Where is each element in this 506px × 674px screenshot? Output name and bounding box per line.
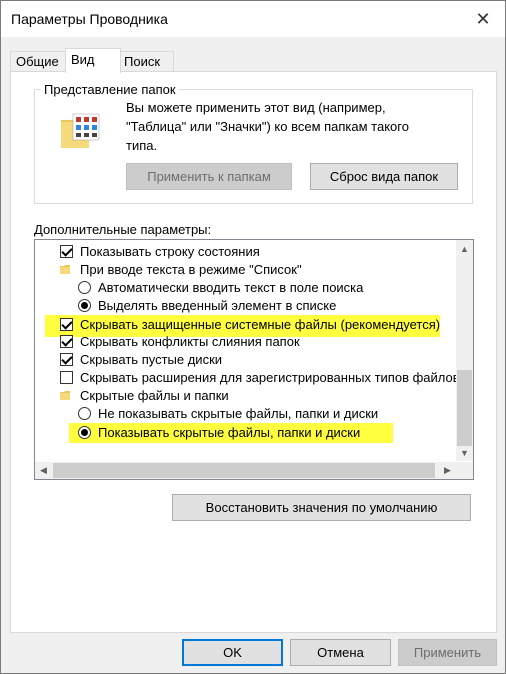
horizontal-scroll-thumb[interactable]: [53, 463, 435, 478]
checkbox[interactable]: [60, 335, 73, 348]
restore-defaults-button[interactable]: Восстановить значения по умолчанию: [172, 494, 471, 521]
advanced-settings-list[interactable]: Показывать строку состояния При вводе те…: [34, 239, 474, 480]
tab-general[interactable]: Общие: [10, 51, 66, 72]
vertical-scrollbar[interactable]: ▲ ▼: [456, 240, 473, 461]
apply-button[interactable]: Применить: [398, 639, 497, 666]
folder-icon: [60, 265, 70, 274]
tab-search[interactable]: Поиск: [118, 51, 174, 72]
scroll-up-icon[interactable]: ▲: [456, 240, 473, 257]
scroll-right-icon[interactable]: ▶: [439, 462, 456, 479]
scroll-left-icon[interactable]: ◀: [35, 462, 52, 479]
checkbox[interactable]: [60, 318, 73, 331]
folder-view-icon: [61, 113, 100, 148]
radio-button[interactable]: [78, 426, 91, 439]
apply-to-folders-button[interactable]: Применить к папкам: [126, 163, 292, 190]
checkbox[interactable]: [60, 371, 73, 384]
radio-button[interactable]: [78, 407, 91, 420]
tab-view[interactable]: Вид: [65, 48, 121, 73]
checkbox[interactable]: [60, 353, 73, 366]
cancel-button[interactable]: Отмена: [290, 639, 391, 666]
checkbox[interactable]: [60, 245, 73, 258]
window-title: Параметры Проводника: [11, 11, 168, 27]
reset-folders-button[interactable]: Сброс вида папок: [310, 163, 458, 190]
ok-button[interactable]: OK: [182, 639, 283, 666]
scroll-down-icon[interactable]: ▼: [456, 444, 473, 461]
folder-view-description: Вы можете применить этот вид (например, …: [126, 100, 409, 153]
horizontal-scrollbar[interactable]: ◀ ▶: [35, 462, 456, 479]
folder-view-legend: Представление папок: [44, 82, 176, 97]
folder-icon: [60, 391, 70, 400]
radio-button[interactable]: [78, 281, 91, 294]
advanced-settings-label: Дополнительные параметры:: [34, 222, 212, 237]
explorer-options-dialog: Параметры Проводника ✕ Общие Вид Поиск П…: [0, 0, 506, 674]
title-bar: Параметры Проводника ✕: [1, 1, 505, 37]
close-icon[interactable]: ✕: [461, 1, 505, 37]
vertical-scroll-thumb[interactable]: [457, 370, 472, 446]
radio-button[interactable]: [78, 299, 91, 312]
scroll-corner: [456, 462, 473, 479]
